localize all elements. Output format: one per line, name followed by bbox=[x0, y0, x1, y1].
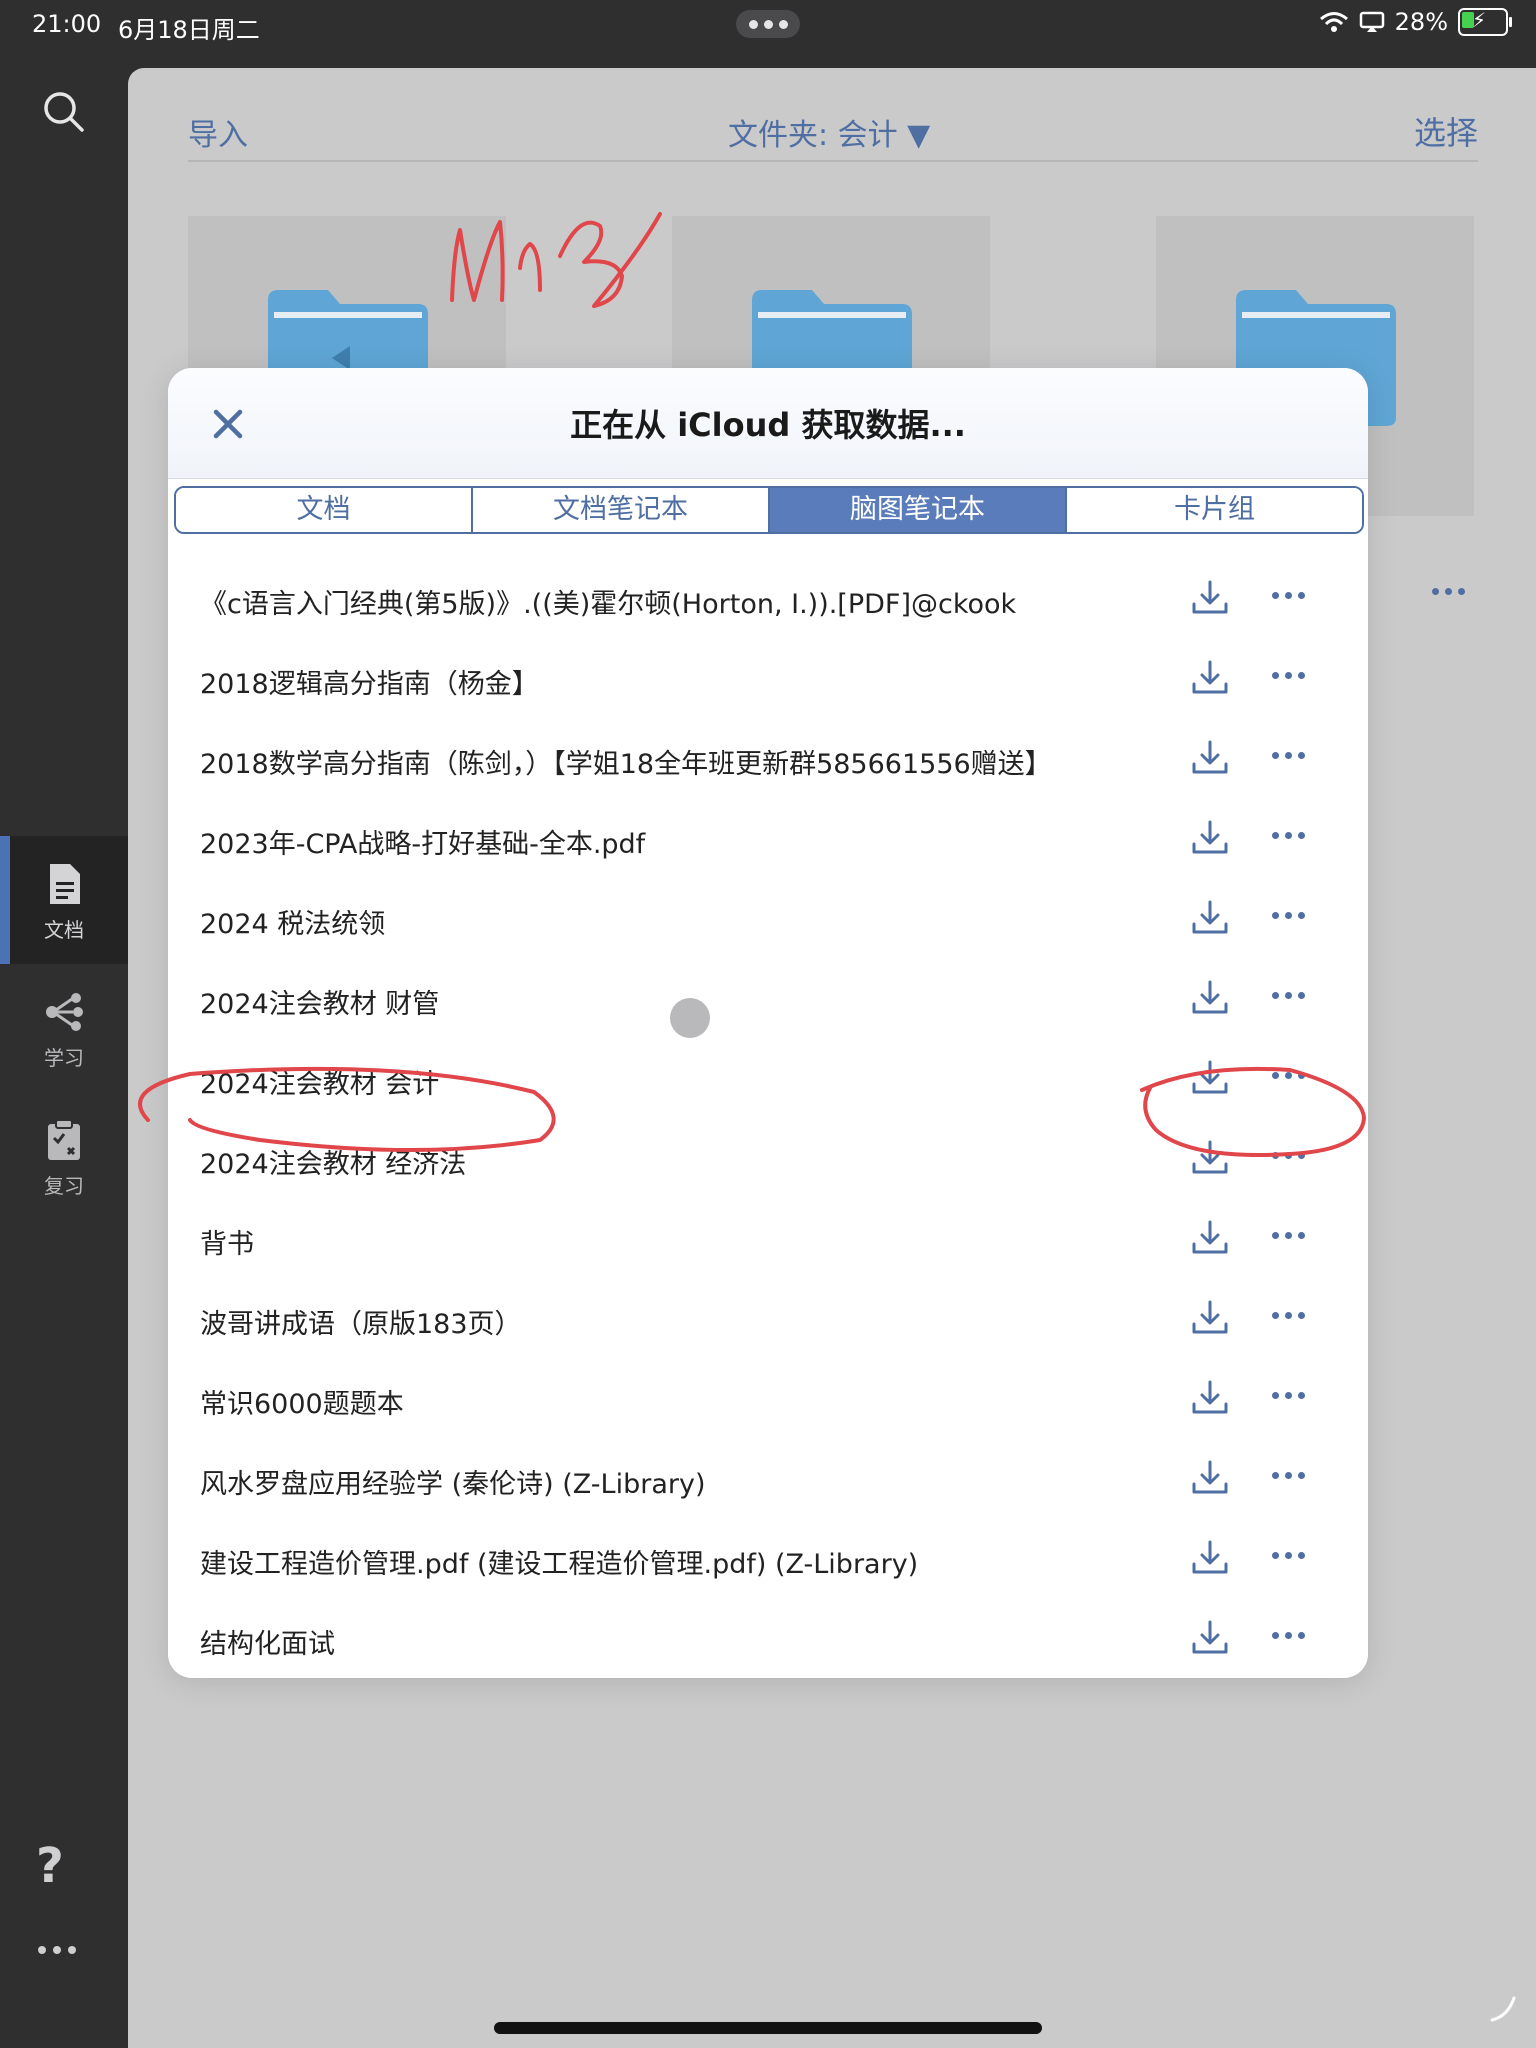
list-item-label: 《c语言入门经典(第5版)》.((美)霍尔顿(Horton, I.)).[PDF… bbox=[200, 589, 1017, 620]
list-item-label: 背书 bbox=[200, 1229, 254, 1260]
more-button[interactable] bbox=[1272, 1072, 1305, 1079]
battery-icon: ⚡ bbox=[1458, 8, 1512, 36]
list-item[interactable]: 2024注会教材 经济法 bbox=[168, 1120, 1368, 1200]
download-icon[interactable] bbox=[1190, 1378, 1230, 1418]
sidebar: 文档 学习 复习 ? bbox=[0, 48, 128, 2048]
tab-card-decks[interactable]: 卡片组 bbox=[1067, 488, 1362, 532]
list-item-label: 2018数学高分指南（陈剑，）【学姐18全年班更新群585661556赠送】 bbox=[200, 749, 1052, 780]
sidebar-item-documents[interactable]: 文档 bbox=[0, 836, 128, 964]
icloud-modal: 正在从 iCloud 获取数据... 文档 文档笔记本 脑图笔记本 卡片组 《c… bbox=[168, 368, 1368, 1678]
download-icon[interactable] bbox=[1190, 1218, 1230, 1258]
touch-indicator bbox=[670, 998, 710, 1038]
list-item-label: 2024注会教材 经济法 bbox=[200, 1149, 467, 1180]
notebook-list: 《c语言入门经典(第5版)》.((美)霍尔顿(Horton, I.)).[PDF… bbox=[168, 560, 1368, 1678]
status-date: 6月18日周二 bbox=[118, 16, 260, 44]
list-item-label: 常识6000题题本 bbox=[200, 1389, 404, 1420]
list-item-label: 2024注会教材 财管 bbox=[200, 989, 440, 1020]
more-button[interactable] bbox=[1272, 992, 1305, 999]
clipboard-icon bbox=[48, 1119, 80, 1160]
download-icon[interactable] bbox=[1190, 1058, 1230, 1098]
list-item[interactable]: 建设工程造价管理.pdf (建设工程造价管理.pdf) (Z-Library) bbox=[168, 1520, 1368, 1600]
sidebar-more-button[interactable] bbox=[38, 1946, 76, 1954]
modal-header: 正在从 iCloud 获取数据... bbox=[168, 368, 1368, 479]
list-item-label: 2023年-CPA战略-打好基础-全本.pdf bbox=[200, 829, 646, 860]
folder-more-button[interactable] bbox=[1432, 588, 1465, 595]
more-button[interactable] bbox=[1272, 912, 1305, 919]
download-icon[interactable] bbox=[1190, 1538, 1230, 1578]
wifi-icon bbox=[1319, 12, 1348, 32]
document-icon bbox=[50, 864, 80, 904]
list-item[interactable]: 波哥讲成语（原版183页） bbox=[168, 1280, 1368, 1360]
more-button[interactable] bbox=[1272, 1472, 1305, 1479]
battery-percent: 28% bbox=[1394, 8, 1448, 36]
download-icon[interactable] bbox=[1190, 1298, 1230, 1338]
status-time: 21:00 bbox=[32, 10, 102, 38]
mindmap-icon bbox=[46, 993, 83, 1031]
download-icon[interactable] bbox=[1190, 1618, 1230, 1658]
segmented-tabs: 文档 文档笔记本 脑图笔记本 卡片组 bbox=[174, 486, 1364, 534]
modal-title: 正在从 iCloud 获取数据... bbox=[570, 406, 966, 444]
sidebar-item-study[interactable]: 学习 bbox=[0, 964, 128, 1092]
list-item[interactable]: 2024 税法统领 bbox=[168, 880, 1368, 960]
sidebar-item-label: 文档 bbox=[44, 918, 84, 942]
pencil-icon bbox=[1490, 1996, 1516, 2022]
more-button[interactable] bbox=[1272, 1392, 1305, 1399]
more-button[interactable] bbox=[1272, 832, 1305, 839]
folder-selector[interactable]: 文件夹: 会计 ▼ bbox=[728, 110, 930, 154]
download-icon[interactable] bbox=[1190, 898, 1230, 938]
more-button[interactable] bbox=[1272, 1232, 1305, 1239]
list-item-label: 结构化面试 bbox=[200, 1629, 335, 1660]
more-button[interactable] bbox=[1272, 592, 1305, 599]
list-item[interactable]: 2024注会教材 财管 bbox=[168, 960, 1368, 1040]
sidebar-item-review[interactable]: 复习 bbox=[0, 1092, 128, 1220]
tab-documents[interactable]: 文档 bbox=[176, 488, 473, 532]
multitasking-dots[interactable] bbox=[736, 10, 800, 38]
list-item-label: 2024 税法统领 bbox=[200, 909, 386, 940]
download-icon[interactable] bbox=[1190, 578, 1230, 618]
list-item-label: 2018逻辑高分指南（杨金】 bbox=[200, 669, 539, 700]
sidebar-item-label: 复习 bbox=[44, 1174, 84, 1198]
more-button[interactable] bbox=[1272, 1552, 1305, 1559]
list-item-label: 风水罗盘应用经验学 (秦伦诗) (Z-Library) bbox=[200, 1469, 706, 1500]
list-item[interactable]: 背书 bbox=[168, 1200, 1368, 1280]
download-icon[interactable] bbox=[1190, 978, 1230, 1018]
download-icon[interactable] bbox=[1190, 1138, 1230, 1178]
list-item-label: 2024注会教材 会计 bbox=[200, 1069, 440, 1100]
help-button[interactable]: ? bbox=[36, 1838, 64, 1894]
more-button[interactable] bbox=[1272, 1632, 1305, 1639]
download-icon[interactable] bbox=[1190, 1458, 1230, 1498]
list-item[interactable]: 2023年-CPA战略-打好基础-全本.pdf bbox=[168, 800, 1368, 880]
more-button[interactable] bbox=[1272, 672, 1305, 679]
download-icon[interactable] bbox=[1190, 658, 1230, 698]
list-item-label: 建设工程造价管理.pdf (建设工程造价管理.pdf) (Z-Library) bbox=[200, 1549, 919, 1580]
sidebar-item-label: 学习 bbox=[44, 1046, 84, 1070]
download-icon[interactable] bbox=[1190, 738, 1230, 778]
list-item[interactable]: 《c语言入门经典(第5版)》.((美)霍尔顿(Horton, I.)).[PDF… bbox=[168, 560, 1368, 640]
tab-mindmap-notebooks[interactable]: 脑图笔记本 bbox=[770, 488, 1067, 532]
list-item[interactable]: 2024注会教材 会计 bbox=[168, 1040, 1368, 1120]
top-bar: 导入 文件夹: 会计 ▼ 选择 bbox=[188, 88, 1478, 162]
list-item[interactable]: 结构化面试 bbox=[168, 1600, 1368, 1678]
import-button[interactable]: 导入 bbox=[188, 110, 248, 154]
list-item[interactable]: 风水罗盘应用经验学 (秦伦诗) (Z-Library) bbox=[168, 1440, 1368, 1520]
status-bar: 21:00 6月18日周二 28% ⚡ bbox=[0, 0, 1536, 48]
airplay-icon bbox=[1359, 11, 1384, 32]
search-icon[interactable] bbox=[40, 88, 88, 136]
list-item[interactable]: 2018数学高分指南（陈剑，）【学姐18全年班更新群585661556赠送】 bbox=[168, 720, 1368, 800]
more-button[interactable] bbox=[1272, 1312, 1305, 1319]
tab-document-notebooks[interactable]: 文档笔记本 bbox=[473, 488, 770, 532]
home-indicator[interactable] bbox=[494, 2022, 1042, 2034]
select-button[interactable]: 选择 bbox=[1414, 108, 1478, 154]
more-button[interactable] bbox=[1272, 752, 1305, 759]
download-icon[interactable] bbox=[1190, 818, 1230, 858]
list-item[interactable]: 2018逻辑高分指南（杨金】 bbox=[168, 640, 1368, 720]
list-item[interactable]: 常识6000题题本 bbox=[168, 1360, 1368, 1440]
list-item-label: 波哥讲成语（原版183页） bbox=[200, 1309, 522, 1340]
more-button[interactable] bbox=[1272, 1152, 1305, 1159]
status-right: 28% ⚡ bbox=[1319, 8, 1512, 36]
